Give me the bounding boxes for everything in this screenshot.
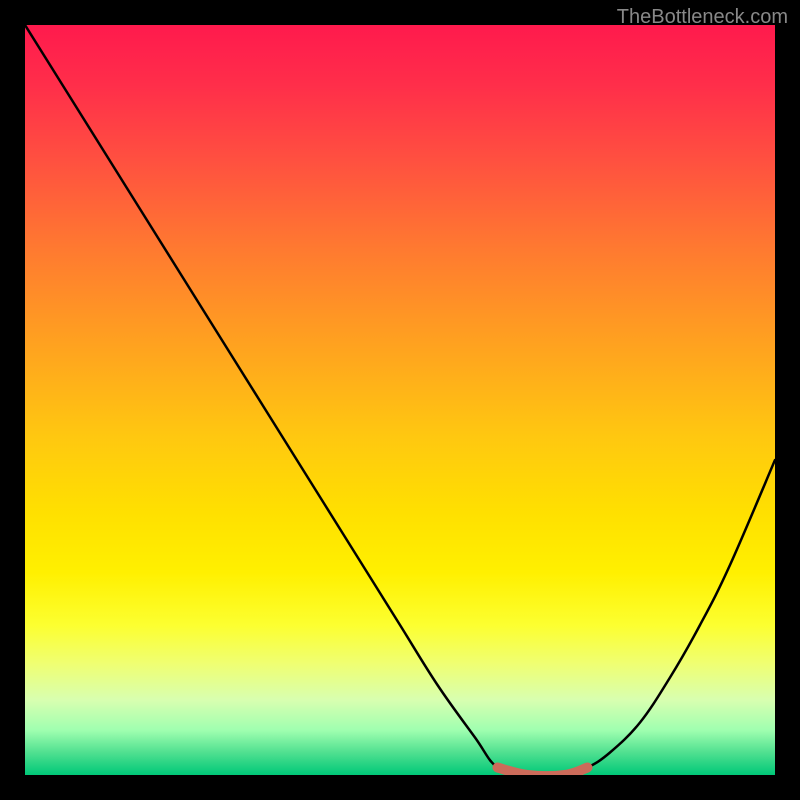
bottleneck-curve-path — [25, 25, 775, 775]
chart-plot-area — [25, 25, 775, 775]
watermark-text: TheBottleneck.com — [617, 6, 788, 29]
curve-svg — [25, 25, 775, 775]
flat-region-path — [498, 768, 588, 776]
